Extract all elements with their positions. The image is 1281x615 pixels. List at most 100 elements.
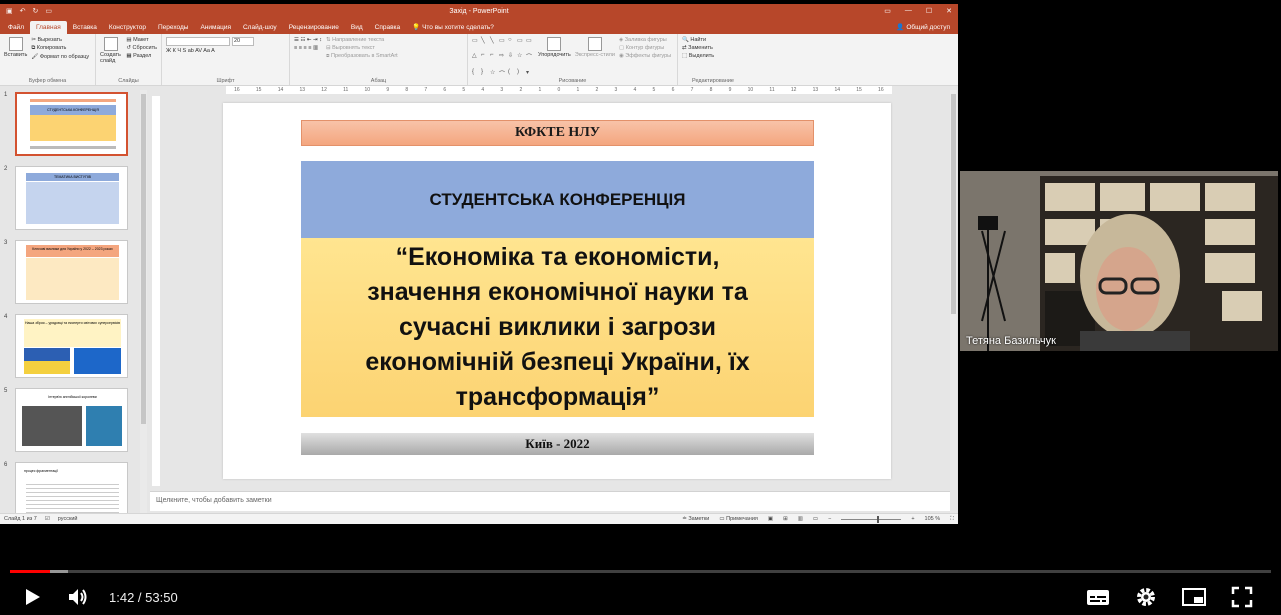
quick-styles-icon xyxy=(587,37,602,51)
tab-home[interactable]: Главная xyxy=(29,21,67,34)
section-button[interactable]: ▦ Раздел xyxy=(126,53,157,59)
copy-button[interactable]: ⧉ Копировать xyxy=(31,45,89,52)
share-button[interactable]: 👤 Общий доступ xyxy=(888,20,958,34)
layout-button[interactable]: ▤ Макет xyxy=(126,37,157,43)
clipboard-group-label: Буфер обмена xyxy=(28,78,67,84)
align-text-button[interactable]: ⊟ Выровнять текст xyxy=(326,45,398,51)
present-icon[interactable]: ▭ xyxy=(45,7,52,15)
sorter-view-icon[interactable]: ⊞ xyxy=(783,516,788,522)
notes-pane[interactable]: Щелкните, чтобы добавить заметки xyxy=(150,491,950,511)
tab-design[interactable]: Конструктор xyxy=(103,21,152,34)
align-buttons[interactable]: ≡ ≡ ≡ ≡ ▥ xyxy=(294,45,322,51)
drawing-group: ▭ ╲ ╲ ▭ ○ ▭ ▭ △ ⌐ ⌐ ⇨ ⇩ ☆ ⌒ {} ☆ ⌒() ▾ Упорядочить Эксп… xyxy=(468,34,678,85)
tab-transitions[interactable]: Переходы xyxy=(152,21,195,34)
redo-icon[interactable]: ↻ xyxy=(33,7,39,15)
shape-fill-button[interactable]: ◈ Заливка фигуры xyxy=(619,37,671,43)
list-buttons[interactable]: ☰ ☷ ⇤ ⇥ ↕ xyxy=(294,37,322,43)
topic-line: “Економіка та економісти, xyxy=(395,243,720,271)
horizontal-ruler: 16 15 14 13 12 11 10 9 8 7 6 5 4 3 2 1 0 1 2 3 4 5 6 7 8 9 10 11 12 1… xyxy=(226,86,892,94)
save-icon[interactable]: ▣ xyxy=(6,7,13,15)
tab-review[interactable]: Рецензирование xyxy=(283,21,345,34)
minimize-icon[interactable]: — xyxy=(905,7,912,15)
close-icon[interactable]: ✕ xyxy=(946,7,952,15)
tab-animations[interactable]: Анимация xyxy=(194,21,237,34)
slide-thumbnail-6[interactable]: процес фрагментації xyxy=(15,462,128,514)
find-button[interactable]: 🔍 Найти xyxy=(682,37,714,43)
arrange-label: Упорядочить xyxy=(538,52,571,58)
slides-group-label: Слайды xyxy=(118,78,139,84)
slide-thumbnail-4[interactable]: Наша зброя – урядовці та експерти світов… xyxy=(15,314,128,378)
slide-footer[interactable]: Київ - 2022 xyxy=(301,433,814,455)
miniplayer-icon xyxy=(1182,588,1206,606)
slide-thumbnail-3[interactable]: Ключові виклики для України у 2022 – 202… xyxy=(15,240,128,304)
fit-slide-icon[interactable]: ⛶ xyxy=(950,516,954,523)
text-direction-button[interactable]: ⇅ Направление текста xyxy=(326,37,398,43)
zoom-out-icon[interactable]: − xyxy=(828,516,831,522)
slide-scrollbar[interactable] xyxy=(950,90,957,490)
normal-view-icon[interactable]: ▣ xyxy=(768,516,773,522)
thumb-number: 3 xyxy=(4,240,8,246)
shape-effects-button[interactable]: ◉ Эффекты фигуры xyxy=(619,53,671,59)
tab-slideshow[interactable]: Слайд-шоу xyxy=(237,21,283,34)
paste-icon xyxy=(8,37,23,51)
quick-styles-label: Экспресс-стили xyxy=(574,52,615,58)
vertical-ruler xyxy=(152,96,160,486)
notes-toggle-label: Заметки xyxy=(688,516,710,522)
reading-view-icon[interactable]: ▥ xyxy=(798,516,803,522)
slide-thumbnail-2[interactable]: ТЕМАТИКА ВИСТУПІВ xyxy=(15,166,128,230)
tab-view[interactable]: Вид xyxy=(345,21,369,34)
miniplayer-button[interactable] xyxy=(1182,585,1206,609)
zoom-in-icon[interactable]: + xyxy=(911,516,914,522)
new-slide-label: Создать слайд xyxy=(100,52,121,64)
maximize-icon[interactable]: ☐ xyxy=(926,7,932,15)
time-display: 1:42 / 53:50 xyxy=(109,590,178,605)
restore-ribbon-icon[interactable]: ▭ xyxy=(884,7,891,15)
shape-outline-button[interactable]: ▢ Контур фигуры xyxy=(619,45,671,51)
language-indicator[interactable]: русский xyxy=(58,516,78,522)
fullscreen-button[interactable] xyxy=(1230,585,1254,609)
slide-conference-title[interactable]: СТУДЕНТСЬКА КОНФЕРЕНЦІЯ xyxy=(301,161,814,238)
spellcheck-icon[interactable]: ☑ xyxy=(45,516,50,522)
undo-icon[interactable]: ↶ xyxy=(20,7,26,15)
slide-topic-box[interactable]: “Економіка та економісти, значення еконо… xyxy=(301,238,814,417)
notes-toggle[interactable]: ≐ Заметки xyxy=(682,516,709,522)
tab-help[interactable]: Справка xyxy=(369,21,407,34)
progress-bar[interactable] xyxy=(10,570,1271,573)
comments-toggle-label: Примечания xyxy=(726,516,758,522)
font-format-buttons[interactable]: Ж К Ч S ab AV Aa A xyxy=(166,48,254,54)
select-button[interactable]: ⬚ Выделить xyxy=(682,53,714,59)
replace-button[interactable]: ⇄ Заменить xyxy=(682,45,714,51)
reset-button[interactable]: ↺ Сбросить xyxy=(126,45,157,51)
thumb-number: 4 xyxy=(4,314,8,320)
play-icon xyxy=(26,589,40,605)
thumb-title: ТЕМАТИКА ВИСТУПІВ xyxy=(26,173,119,181)
volume-button[interactable] xyxy=(66,585,90,609)
gear-icon xyxy=(1137,588,1155,606)
thumbnails-scrollbar[interactable] xyxy=(140,90,147,514)
slide-thumbnail-1[interactable]: СТУДЕНТСЬКА КОНФЕРЕНЦІЯ xyxy=(15,92,128,156)
text-direction-label: Направление текста xyxy=(332,37,385,43)
smartart-button[interactable]: ⧈ Преобразовать в SmartArt xyxy=(326,53,398,60)
play-button[interactable] xyxy=(20,585,44,609)
tell-me-search[interactable]: 💡 Что вы хотите сделать? xyxy=(406,20,500,34)
slide-canvas[interactable]: КФКТЕ НЛУ СТУДЕНТСЬКА КОНФЕРЕНЦІЯ “Еконо… xyxy=(223,103,891,479)
subtitles-button[interactable] xyxy=(1086,585,1110,609)
layout-label: Макет xyxy=(133,37,149,43)
font-size-field[interactable]: 20 xyxy=(232,37,254,46)
tab-file[interactable]: Файл xyxy=(2,21,30,34)
tab-insert[interactable]: Вставка xyxy=(67,21,103,34)
status-right: ≐ Заметки ▭ Примечания ▣ ⊞ ▥ ▭ − + 105 %… xyxy=(682,515,954,523)
cut-button[interactable]: ✂ Вырезать xyxy=(31,37,89,43)
slide-thumbnails-pane: 1 СТУДЕНТСЬКА КОНФЕРЕНЦІЯ 2 ТЕМАТИКА ВИС… xyxy=(0,90,148,514)
format-painter-button[interactable]: 🖌 Формат по образцу xyxy=(31,54,89,60)
slideshow-view-icon[interactable]: ▭ xyxy=(813,516,818,522)
slide-thumbnail-5[interactable]: Інтерв'ю англійської королеви xyxy=(15,388,128,452)
comments-toggle[interactable]: ▭ Примечания xyxy=(719,516,758,522)
slide-header[interactable]: КФКТЕ НЛУ xyxy=(301,120,814,146)
font-name-field[interactable] xyxy=(166,37,230,46)
editing-group: 🔍 Найти ⇄ Заменить ⬚ Выделить Редактиров… xyxy=(678,34,748,85)
zoom-slider[interactable] xyxy=(841,515,902,523)
powerpoint-window: ▣ ↶ ↻ ▭ Захід - PowerPoint ▭ — ☐ ✕ Файл … xyxy=(0,4,958,524)
settings-button[interactable] xyxy=(1134,585,1158,609)
zoom-level[interactable]: 105 % xyxy=(925,516,941,522)
